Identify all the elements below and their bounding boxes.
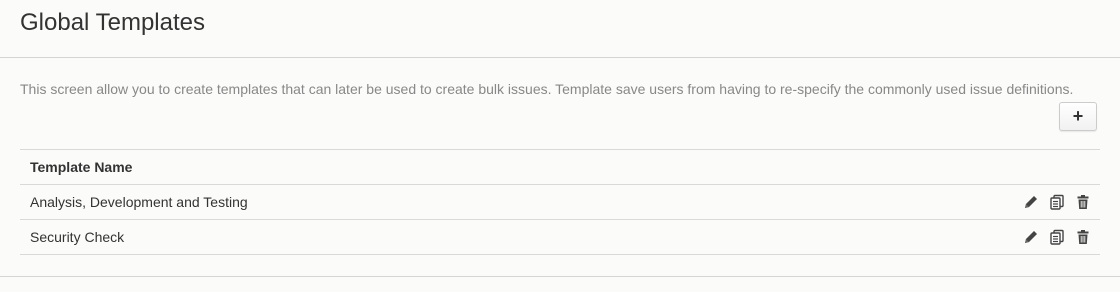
template-name-cell: Analysis, Development and Testing [20,184,980,220]
page-header: Global Templates [0,0,1120,58]
copy-icon[interactable] [1048,228,1066,246]
table-row: Security Check [20,219,1100,255]
actions-cell [980,184,1100,220]
edit-icon[interactable] [1022,193,1040,211]
column-header-template-name: Template Name [20,149,980,185]
edit-icon[interactable] [1022,228,1040,246]
trash-icon[interactable] [1074,193,1092,211]
footer-divider [0,276,1120,277]
table-header-row: Template Name [20,149,1100,185]
column-header-actions [980,149,1100,185]
table-row: Analysis, Development and Testing [20,184,1100,220]
template-name-cell: Security Check [20,219,980,255]
trash-icon[interactable] [1074,228,1092,246]
copy-icon[interactable] [1048,193,1066,211]
templates-table: Template Name Analysis, Development and … [20,149,1100,255]
page-title: Global Templates [20,9,205,36]
actions-cell [980,219,1100,255]
plus-icon: + [1072,106,1084,126]
add-template-button[interactable]: + [1059,102,1097,131]
page-description: This screen allow you to create template… [20,81,1074,97]
